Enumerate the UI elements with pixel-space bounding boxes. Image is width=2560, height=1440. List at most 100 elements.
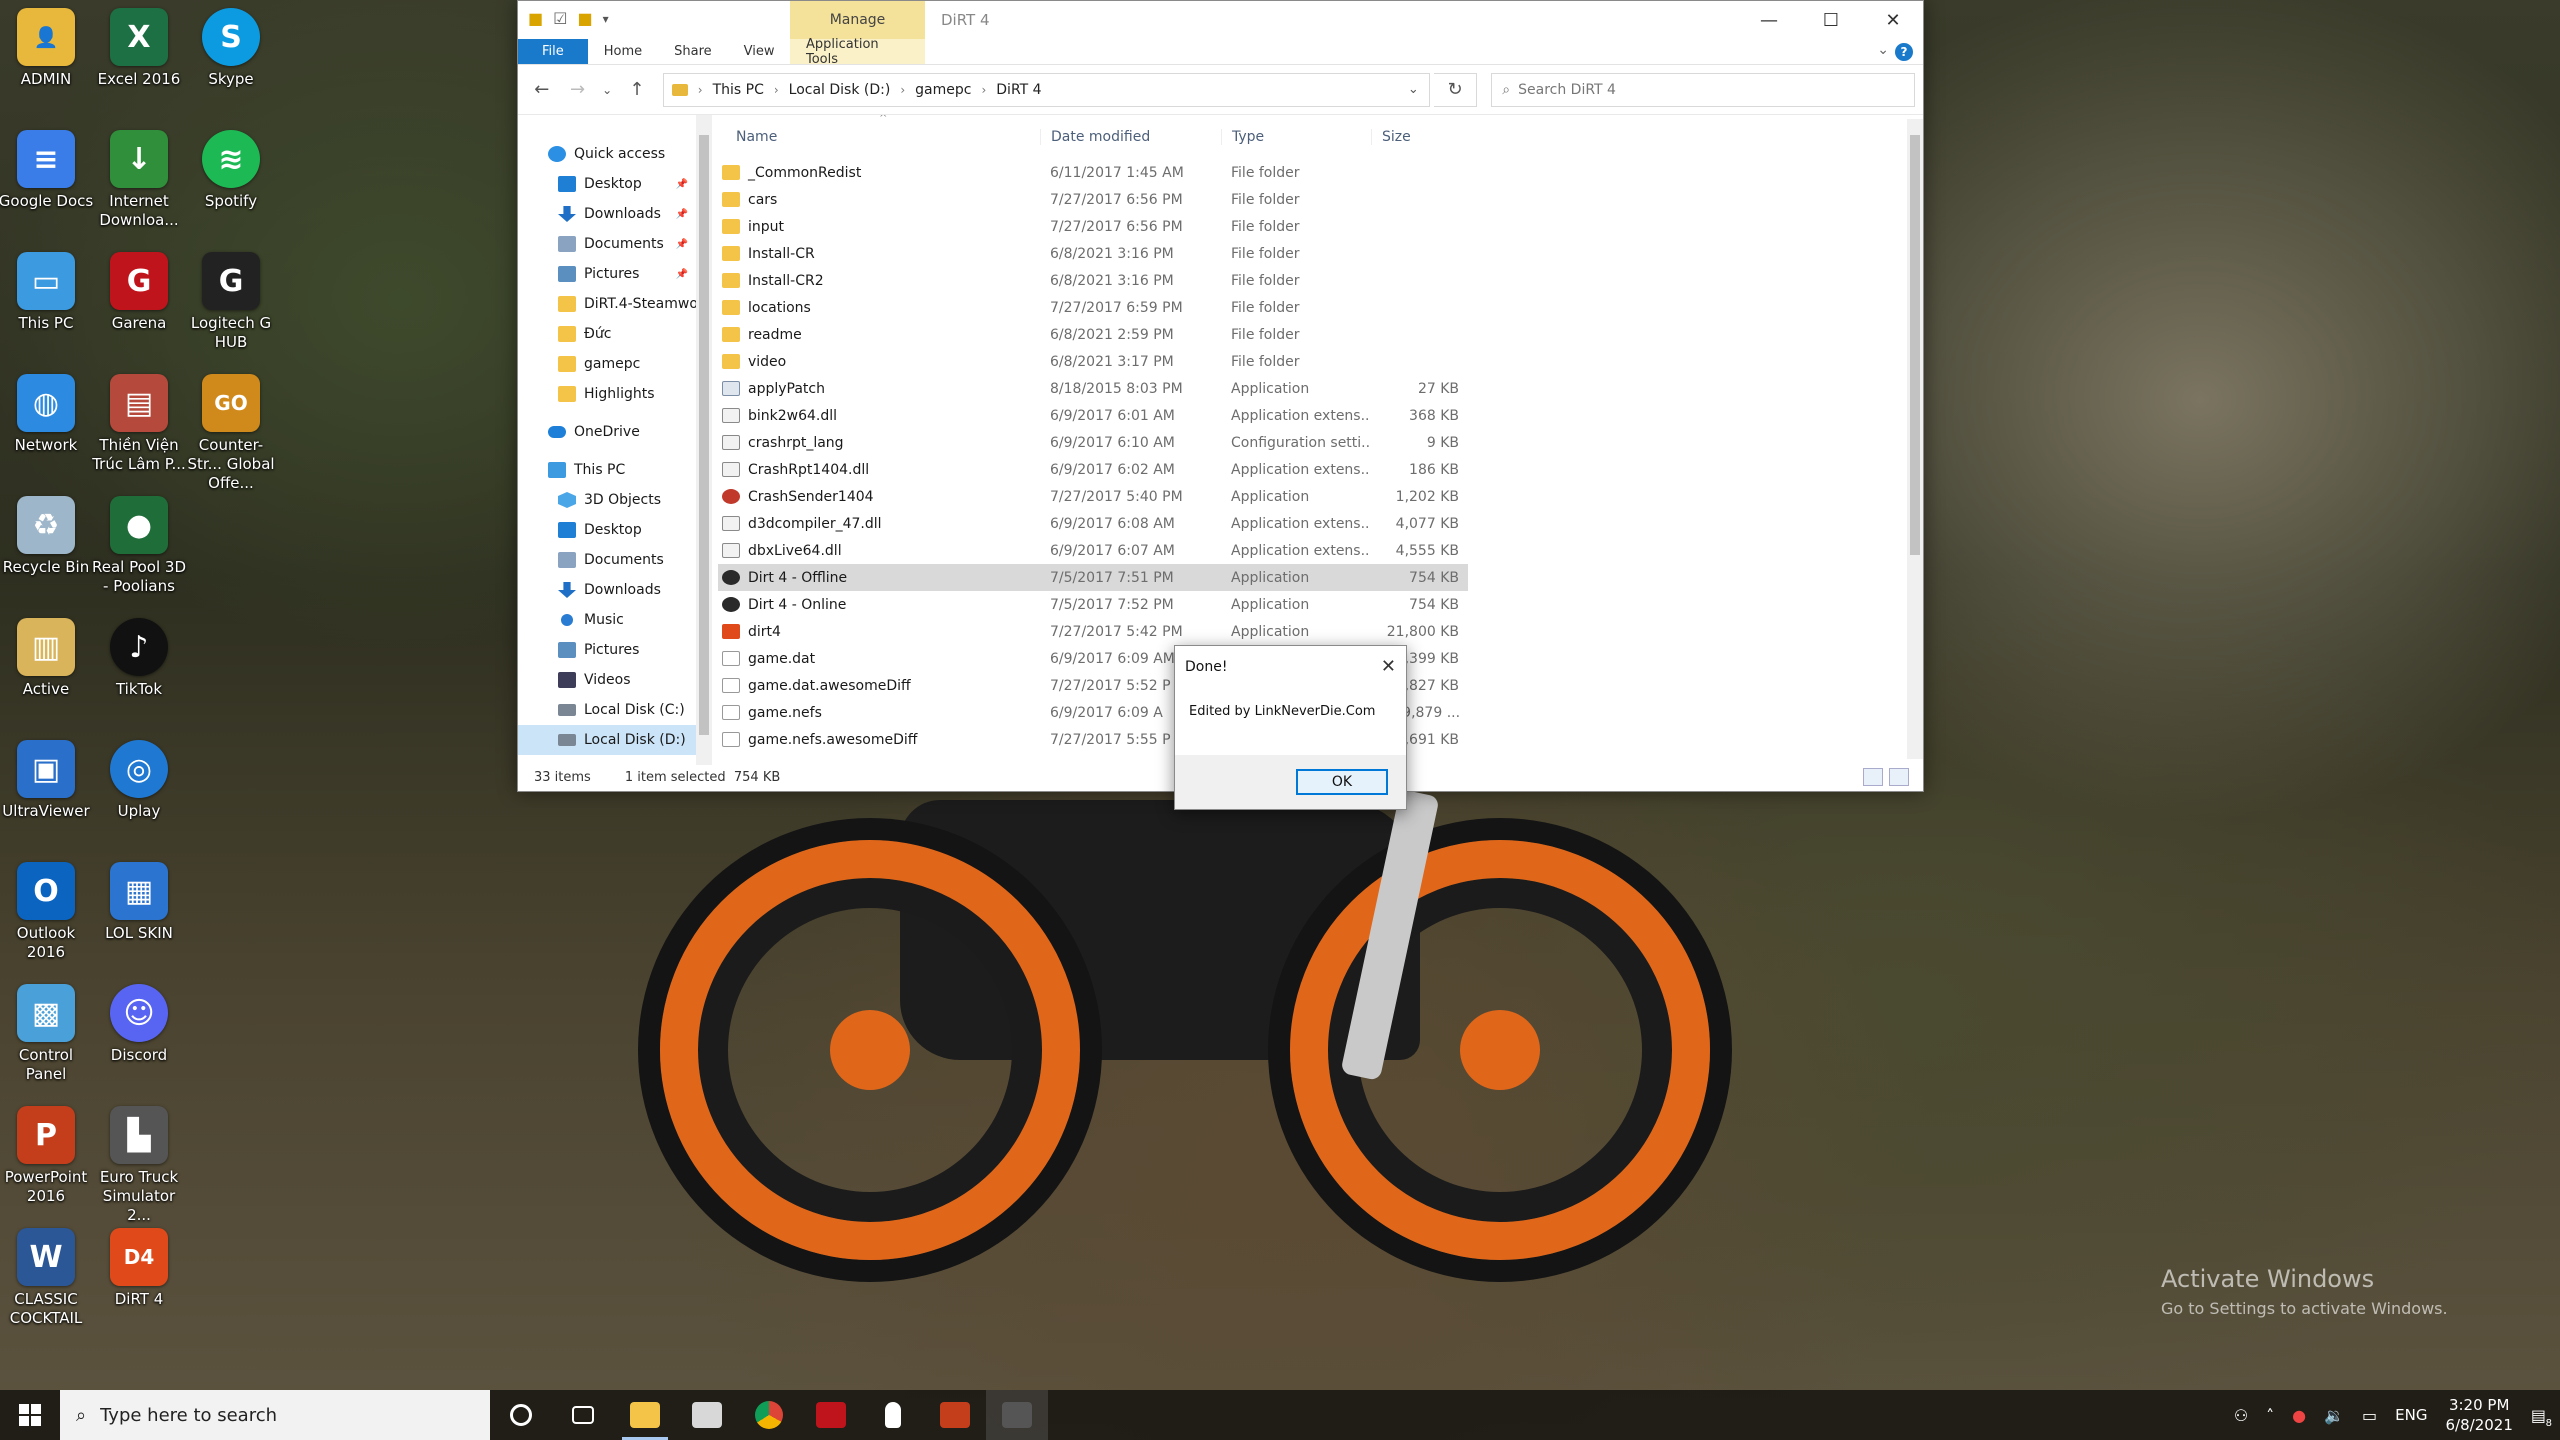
dialog-title-bar[interactable]: Done! ✕	[1175, 646, 1406, 688]
customize-qat-icon[interactable]: ▾	[603, 12, 609, 26]
desktop-icon-23[interactable]: ▙ Euro Truck Simulator 2...	[91, 1106, 187, 1225]
notifications-icon[interactable]: ▤ 8	[2531, 1406, 2552, 1429]
file-row[interactable]: Install-CR 6/8/2021 3:16 PM File folder	[718, 240, 1468, 267]
desktop-icon-21[interactable]: ☺ Discord	[91, 984, 187, 1065]
tab-view[interactable]: View	[728, 39, 791, 64]
file-row[interactable]: CrashSender1404 7/27/2017 5:40 PM Applicat…	[718, 483, 1468, 510]
file-row[interactable]: Dirt 4 - Online 7/5/2017 7:52 PM Applicati…	[718, 591, 1468, 618]
desktop-icon-13[interactable]: ● Real Pool 3D - Poolians	[91, 496, 187, 596]
file-row[interactable]: applyPatch 8/18/2015 8:03 PM Application 27…	[718, 375, 1468, 402]
desktop-icon-25[interactable]: D4 DiRT 4	[91, 1228, 187, 1309]
maximize-button[interactable]: ☐	[1801, 1, 1861, 39]
breadcrumb-chevron-icon[interactable]: ›	[698, 83, 703, 97]
taskbar-button-1[interactable]	[552, 1390, 614, 1440]
breadcrumb-0[interactable]: This PC	[713, 82, 764, 98]
nav-pc-item-4[interactable]: Music	[518, 605, 696, 635]
forward-arrow-icon[interactable]: →	[562, 79, 594, 100]
tab-share[interactable]: Share	[658, 39, 728, 64]
large-icons-view-icon[interactable]	[1889, 768, 1909, 786]
file-row[interactable]: dirt4 7/27/2017 5:42 PM Application 21,800 …	[718, 618, 1468, 645]
desktop-icon-12[interactable]: ♻ Recycle Bin	[0, 496, 94, 577]
desktop-icon-17[interactable]: ◎ Uplay	[91, 740, 187, 821]
taskbar-button-3[interactable]	[676, 1390, 738, 1440]
file-row[interactable]: video 6/8/2021 3:17 PM File folder	[718, 348, 1468, 375]
nav-quick-item-0[interactable]: Desktop 📌	[518, 169, 696, 199]
breadcrumb-chevron-icon[interactable]: ›	[774, 83, 779, 97]
desktop-icon-11[interactable]: GO Counter-Str... Global Offe...	[183, 374, 279, 493]
recent-locations-icon[interactable]: ⌄	[597, 83, 617, 97]
tab-file[interactable]: File	[518, 39, 588, 64]
column-name[interactable]: Name	[714, 129, 1040, 145]
title-bar[interactable]: ■ ☑ ■ ▾ Manage DiRT 4 — ☐ ✕	[518, 1, 1923, 39]
desktop-icon-9[interactable]: ◍ Network	[0, 374, 94, 455]
ok-button[interactable]: OK	[1296, 769, 1388, 795]
back-arrow-icon[interactable]: ←	[526, 79, 558, 100]
desktop-icon-15[interactable]: ♪ TikTok	[91, 618, 187, 699]
address-bar[interactable]: › This PC › Local Disk (D:) › gamepc › DiRT 4 ⌄	[662, 72, 1430, 107]
properties-icon[interactable]: ☑	[553, 9, 567, 28]
details-view-icon[interactable]	[1863, 768, 1883, 786]
nav-pc-item-1[interactable]: Desktop	[518, 515, 696, 545]
file-row[interactable]: _CommonRedist 6/11/2017 1:45 AM File folde…	[718, 159, 1468, 186]
refresh-button[interactable]: ↻	[1433, 72, 1478, 107]
taskbar-button-2[interactable]	[614, 1390, 676, 1440]
new-folder-icon[interactable]: ■	[577, 9, 592, 28]
file-row[interactable]: dbxLive64.dll 6/9/2017 6:07 AM Application…	[718, 537, 1468, 564]
nav-this-pc[interactable]: This PC	[518, 455, 696, 485]
close-button[interactable]: ✕	[1863, 1, 1923, 39]
navigation-pane[interactable]: Quick access Desktop 📌 Downloads 📌 Documents 📌…	[518, 115, 696, 763]
desktop-icon-5[interactable]: ≋ Spotify	[183, 130, 279, 211]
people-icon[interactable]: ⚇	[2234, 1406, 2248, 1425]
breadcrumb-3[interactable]: DiRT 4	[996, 82, 1041, 98]
start-button[interactable]	[0, 1390, 60, 1440]
taskbar-button-4[interactable]	[738, 1390, 800, 1440]
nav-quick-item-4[interactable]: DiRT.4-Steamwo	[518, 289, 696, 319]
nav-quick-item-2[interactable]: Documents 📌	[518, 229, 696, 259]
nav-quick-item-1[interactable]: Downloads 📌	[518, 199, 696, 229]
nav-pc-item-8[interactable]: Local Disk (D:)	[518, 725, 696, 755]
taskbar-button-7[interactable]	[924, 1390, 986, 1440]
desktop-icon-24[interactable]: W CLASSIC COCKTAIL	[0, 1228, 94, 1328]
file-row[interactable]: crashrpt_lang 6/9/2017 6:10 AM Configurati…	[718, 429, 1468, 456]
desktop-icon-8[interactable]: G Logitech G HUB	[183, 252, 279, 352]
nav-pc-item-6[interactable]: Videos	[518, 665, 696, 695]
desktop-icon-10[interactable]: ▤ Thiền Viện Trúc Lâm P...	[91, 374, 187, 474]
nav-onedrive[interactable]: OneDrive	[518, 417, 696, 447]
nav-quick-item-7[interactable]: Highlights	[518, 379, 696, 409]
column-size[interactable]: Size	[1371, 129, 1465, 145]
desktop-icon-3[interactable]: ≡ Google Docs	[0, 130, 94, 211]
column-date-modified[interactable]: Date modified	[1040, 129, 1221, 145]
taskbar-button-6[interactable]	[862, 1390, 924, 1440]
nav-quick-item-5[interactable]: Đức	[518, 319, 696, 349]
file-list-scrollbar[interactable]	[1907, 119, 1923, 759]
breadcrumb-1[interactable]: Local Disk (D:)	[789, 82, 891, 98]
taskbar-button-8[interactable]	[986, 1390, 1048, 1440]
up-arrow-icon[interactable]: ↑	[621, 79, 653, 100]
done-dialog[interactable]: Done! ✕ Edited by LinkNeverDie.Com OK	[1174, 645, 1407, 810]
file-row[interactable]: d3dcompiler_47.dll 6/9/2017 6:08 AM Applic…	[718, 510, 1468, 537]
tab-home[interactable]: Home	[588, 39, 658, 64]
volume-icon[interactable]: 🔉	[2324, 1406, 2344, 1425]
file-row[interactable]: readme 6/8/2021 2:59 PM File folder	[718, 321, 1468, 348]
show-hidden-icons-chevron-icon[interactable]: ˄	[2266, 1406, 2274, 1425]
desktop-icon-19[interactable]: ▦ LOL SKIN	[91, 862, 187, 943]
desktop-icon-18[interactable]: O Outlook 2016	[0, 862, 94, 962]
taskbar-button-0[interactable]	[490, 1390, 552, 1440]
column-type[interactable]: Type	[1221, 129, 1371, 145]
nav-quick-access[interactable]: Quick access	[518, 139, 696, 169]
desktop-icon-14[interactable]: ▥ Active	[0, 618, 94, 699]
desktop-icon-20[interactable]: ▩ Control Panel	[0, 984, 94, 1084]
file-row[interactable]: Install-CR2 6/8/2021 3:16 PM File folder	[718, 267, 1468, 294]
nav-pc-item-7[interactable]: Local Disk (C:)	[518, 695, 696, 725]
nav-quick-item-3[interactable]: Pictures 📌	[518, 259, 696, 289]
address-dropdown-icon[interactable]: ⌄	[1408, 82, 1419, 97]
desktop-icon-16[interactable]: ▣ UltraViewer	[0, 740, 94, 821]
file-row[interactable]: CrashRpt1404.dll 6/9/2017 6:02 AM Applicat…	[718, 456, 1468, 483]
desktop-icon-6[interactable]: ▭ This PC	[0, 252, 94, 333]
expand-ribbon-icon[interactable]: ⌄	[1877, 42, 1889, 58]
nav-quick-item-6[interactable]: gamepc	[518, 349, 696, 379]
breadcrumb-2[interactable]: gamepc	[915, 82, 971, 98]
file-row[interactable]: cars 7/27/2017 6:56 PM File folder	[718, 186, 1468, 213]
clock[interactable]: 3:20 PM 6/8/2021	[2446, 1395, 2513, 1435]
desktop-icon-1[interactable]: X Excel 2016	[91, 8, 187, 89]
